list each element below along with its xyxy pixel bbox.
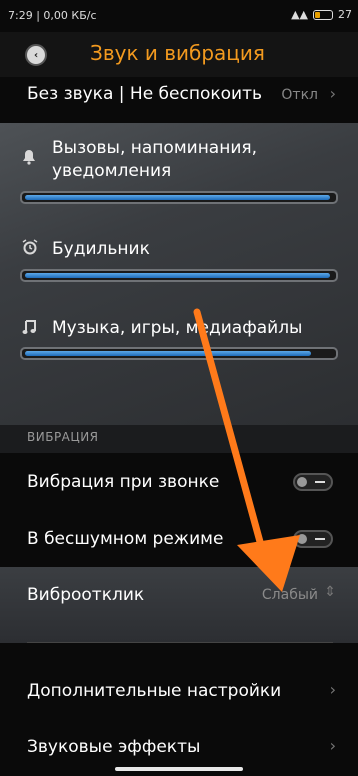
battery-level: 27 (338, 8, 352, 21)
alarm-volume-slider[interactable] (20, 269, 338, 282)
chevron-updown-icon: ⇕ (324, 584, 336, 600)
alarm-volume-fill (25, 273, 330, 278)
dnd-label: Без звука | Не беспокоить (27, 84, 262, 104)
chevron-right-icon: › (329, 84, 336, 103)
vibrate-on-ring-label: Вибрация при звонке (27, 472, 220, 492)
alarm-label: Будильник (52, 239, 150, 259)
page-title: Звук и вибрация (90, 41, 265, 65)
chevron-right-icon: › (329, 736, 336, 755)
home-indicator[interactable] (115, 767, 243, 771)
calls-label: Вызовы, напоминания, уведомления (52, 138, 258, 181)
haptic-row[interactable]: Виброотклик Слабый ⇕ (0, 567, 358, 643)
media-volume-fill (25, 351, 312, 356)
bell-icon (22, 149, 36, 169)
back-button[interactable]: ‹ (25, 44, 47, 66)
volume-section: Вызовы, напоминания, уведомления Будильн… (0, 123, 358, 444)
battery-icon (313, 9, 333, 20)
back-arrow-icon: ‹ (33, 49, 39, 61)
haptic-value: Слабый (261, 587, 318, 603)
vibrate-silent-toggle[interactable] (293, 530, 333, 548)
more-settings-label: Дополнительные настройки (27, 681, 282, 701)
sound-effects-label: Звуковые эффекты (27, 737, 201, 757)
status-time: 7:29 | 0,00 КБ/с (8, 9, 97, 22)
media-label: Музыка, игры, медиафайлы (52, 318, 303, 338)
vibration-section-header: ВИБРАЦИЯ (27, 430, 99, 444)
chevron-right-icon: › (329, 680, 336, 699)
signal-icon: ▲▲ (291, 8, 308, 21)
status-bar: 7:29 | 0,00 КБ/с ▲▲ 27 (0, 0, 358, 32)
media-volume-slider[interactable] (20, 347, 338, 360)
dnd-value: Откл (281, 87, 318, 103)
calls-volume-fill (25, 195, 330, 200)
music-note-icon (22, 319, 36, 339)
calls-volume-slider[interactable] (20, 191, 338, 204)
vibrate-silent-label: В бесшумном режиме (27, 529, 224, 549)
alarm-clock-icon (22, 239, 38, 259)
vibrate-silent-row[interactable]: В бесшумном режиме (0, 510, 358, 567)
more-settings-row[interactable]: Дополнительные настройки › (0, 643, 358, 701)
haptic-label: Виброотклик (27, 585, 145, 605)
dnd-row[interactable]: Без звука | Не беспокоить Откл › (0, 77, 358, 123)
app-header: ‹ Звук и вибрация (0, 32, 358, 77)
vibrate-on-ring-row[interactable]: Вибрация при звонке (0, 453, 358, 510)
vibrate-on-ring-toggle[interactable] (293, 473, 333, 491)
bottom-list: Дополнительные настройки › Звуковые эффе… (0, 643, 358, 776)
network-speed: | 0,00 КБ/с (36, 9, 97, 22)
